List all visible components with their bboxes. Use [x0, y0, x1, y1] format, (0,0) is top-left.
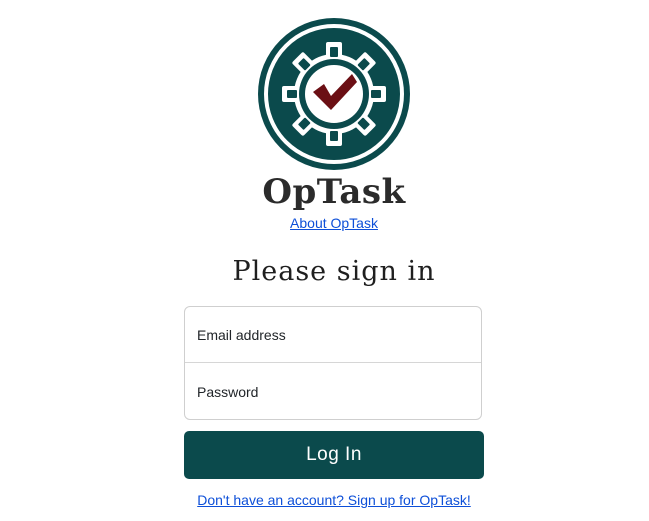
- signin-heading: Please sign in: [232, 256, 436, 287]
- login-button[interactable]: Log In: [184, 431, 484, 479]
- optask-logo-icon: [256, 16, 412, 172]
- about-optask-link[interactable]: About OpTask: [0, 214, 649, 232]
- password-field[interactable]: Password: [185, 364, 481, 420]
- signup-link[interactable]: Don't have an account? Sign up for OpTas…: [0, 491, 649, 509]
- brand-title: OpTask: [262, 172, 406, 212]
- email-field[interactable]: Email address: [185, 307, 481, 363]
- email-field-label: Email address: [197, 326, 286, 343]
- login-page: OpTask About OpTask Please sign in Email…: [0, 0, 649, 521]
- password-field-label: Password: [197, 384, 259, 400]
- signin-form: Email address Password: [184, 306, 482, 420]
